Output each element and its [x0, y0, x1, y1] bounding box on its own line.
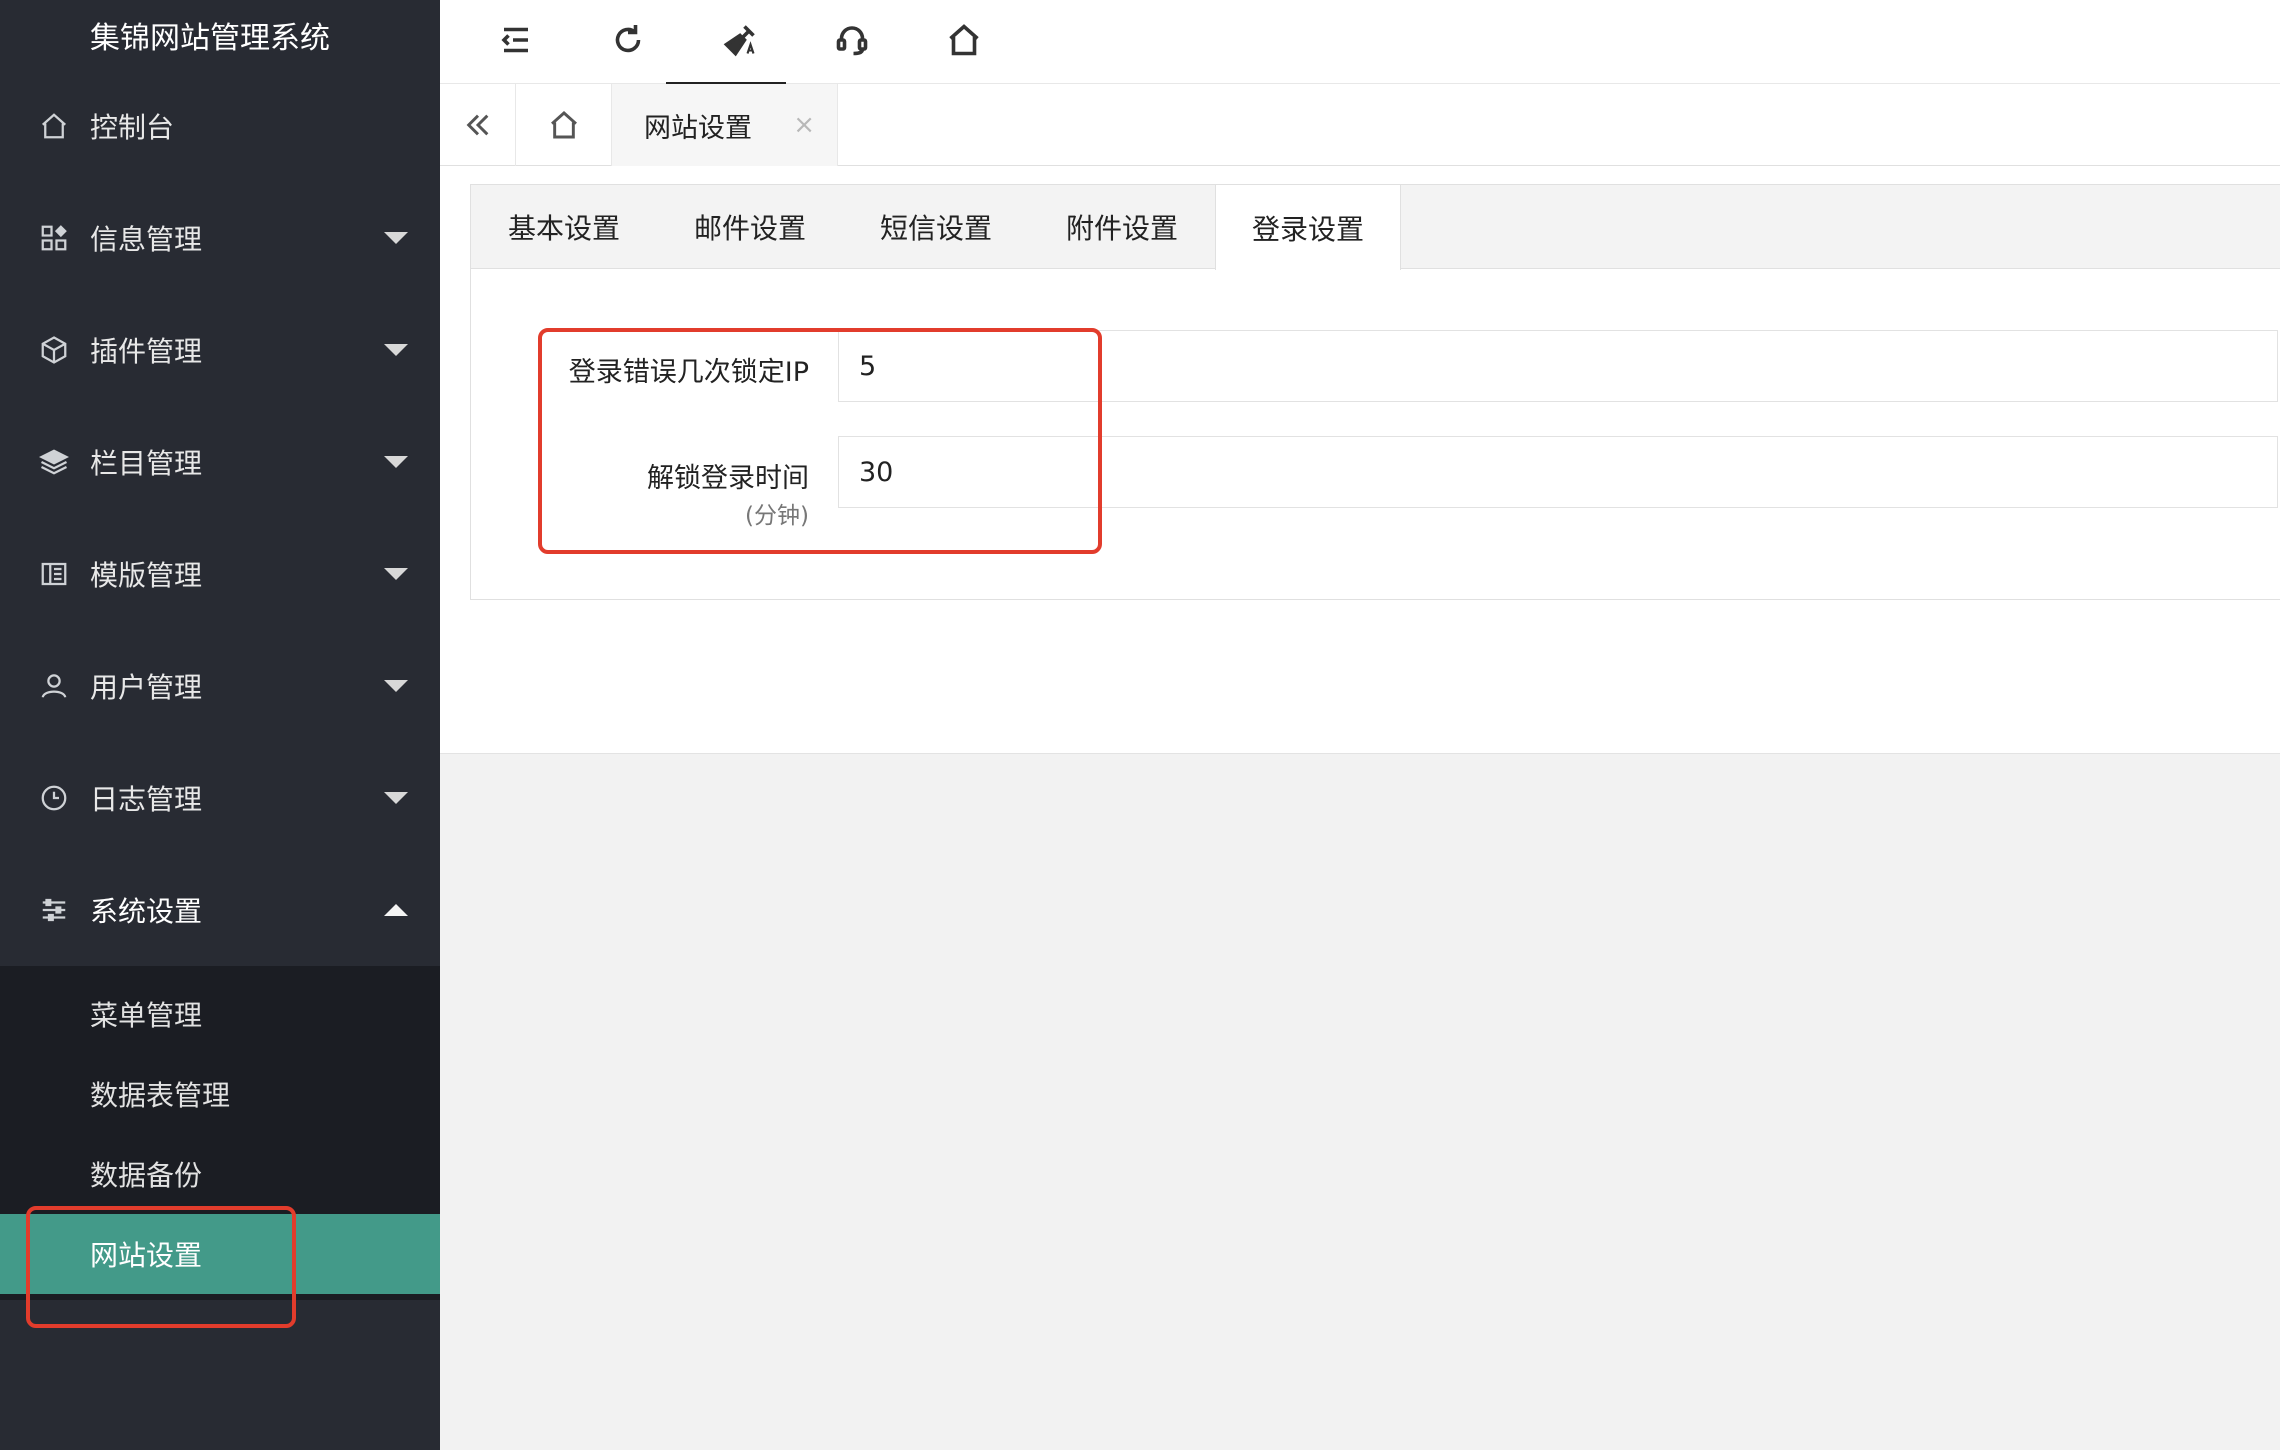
shrink-menu-icon[interactable] — [490, 14, 542, 66]
tab-site-settings[interactable]: 网站设置 × — [612, 84, 838, 166]
support-icon[interactable] — [826, 14, 878, 66]
chevron-down-icon — [384, 456, 408, 468]
sidebar-item-system-settings[interactable]: 系统设置 — [0, 854, 440, 966]
clock-icon — [38, 782, 70, 814]
home-icon[interactable] — [938, 14, 990, 66]
sidebar-item-templates[interactable]: 模版管理 — [0, 518, 440, 630]
home-tab-icon[interactable] — [516, 84, 612, 166]
topbar — [440, 0, 2280, 85]
sidebar-item-label: 日志管理 — [90, 783, 203, 816]
submenu-system-settings: 菜单管理 数据表管理 数据备份 网站设置 — [0, 966, 440, 1300]
tab-mail-settings[interactable]: 邮件设置 — [657, 185, 843, 269]
tab-login-settings[interactable]: 登录设置 — [1215, 185, 1401, 270]
chevron-up-icon — [384, 904, 408, 916]
unlock-time-label: 解锁登录时间 — [647, 463, 809, 494]
sidebar-item-label: 控制台 — [90, 111, 175, 144]
sidebar-item-label: 信息管理 — [90, 223, 203, 256]
close-icon[interactable]: × — [793, 110, 815, 140]
cube-icon — [38, 334, 70, 366]
refresh-icon[interactable] — [602, 14, 654, 66]
sidebar-item-label: 系统设置 — [90, 895, 203, 928]
sidebar-item-label: 栏目管理 — [90, 447, 203, 480]
sidebar-item-dashboard[interactable]: 控制台 — [0, 70, 440, 182]
chevron-down-icon — [384, 232, 408, 244]
lock-attempts-label: 登录错误几次锁定IP — [568, 357, 809, 388]
layers-icon — [38, 446, 70, 478]
chevron-down-icon — [384, 680, 408, 692]
app-title: 集锦网站管理系统 — [90, 21, 330, 56]
sidebar-item-label: 用户管理 — [90, 671, 203, 704]
sidebar-item-label: 模版管理 — [90, 559, 203, 592]
sidebar-subitem-backup[interactable]: 数据备份 — [0, 1134, 440, 1214]
chevron-down-icon — [384, 568, 408, 580]
scroll-left-icon[interactable] — [440, 84, 516, 166]
tab-attachment-settings[interactable]: 附件设置 — [1029, 185, 1215, 269]
template-icon — [38, 558, 70, 590]
sidebar-item-label: 插件管理 — [90, 335, 203, 368]
chevron-down-icon — [384, 792, 408, 804]
sidebar-item-users[interactable]: 用户管理 — [0, 630, 440, 742]
tab-label: 网站设置 — [644, 112, 752, 144]
sidebar: 集锦网站管理系统 控制台 信息管理 插件管理 栏目管理 模版管理 用户管理 日志… — [0, 0, 440, 1450]
sidebar-item-info[interactable]: 信息管理 — [0, 182, 440, 294]
apps-icon — [38, 222, 70, 254]
sidebar-subitem-site-settings[interactable]: 网站设置 — [0, 1214, 440, 1294]
settings-tabs: 基本设置 邮件设置 短信设置 附件设置 登录设置 — [471, 185, 2280, 270]
sliders-icon — [38, 894, 70, 926]
chevron-down-icon — [384, 344, 408, 356]
sidebar-subitem-menu[interactable]: 菜单管理 — [0, 974, 440, 1054]
settings-card: 基本设置 邮件设置 短信设置 附件设置 登录设置 登录错误几次锁定IP 解锁登录… — [470, 184, 2280, 600]
sidebar-item-plugins[interactable]: 插件管理 — [0, 294, 440, 406]
sidebar-item-columns[interactable]: 栏目管理 — [0, 406, 440, 518]
lock-attempts-input[interactable] — [838, 330, 2278, 402]
unlock-time-input[interactable] — [838, 436, 2278, 508]
tab-sms-settings[interactable]: 短信设置 — [843, 185, 1029, 269]
home-icon — [38, 110, 70, 142]
sidebar-subitem-tables[interactable]: 数据表管理 — [0, 1054, 440, 1134]
page-tabs-bar: 网站设置 × — [440, 84, 2280, 166]
clear-cache-icon[interactable] — [714, 14, 766, 66]
sidebar-item-logs[interactable]: 日志管理 — [0, 742, 440, 854]
tab-basic-settings[interactable]: 基本设置 — [471, 185, 657, 269]
unlock-time-unit: (分钟) — [745, 503, 809, 529]
user-icon — [38, 670, 70, 702]
